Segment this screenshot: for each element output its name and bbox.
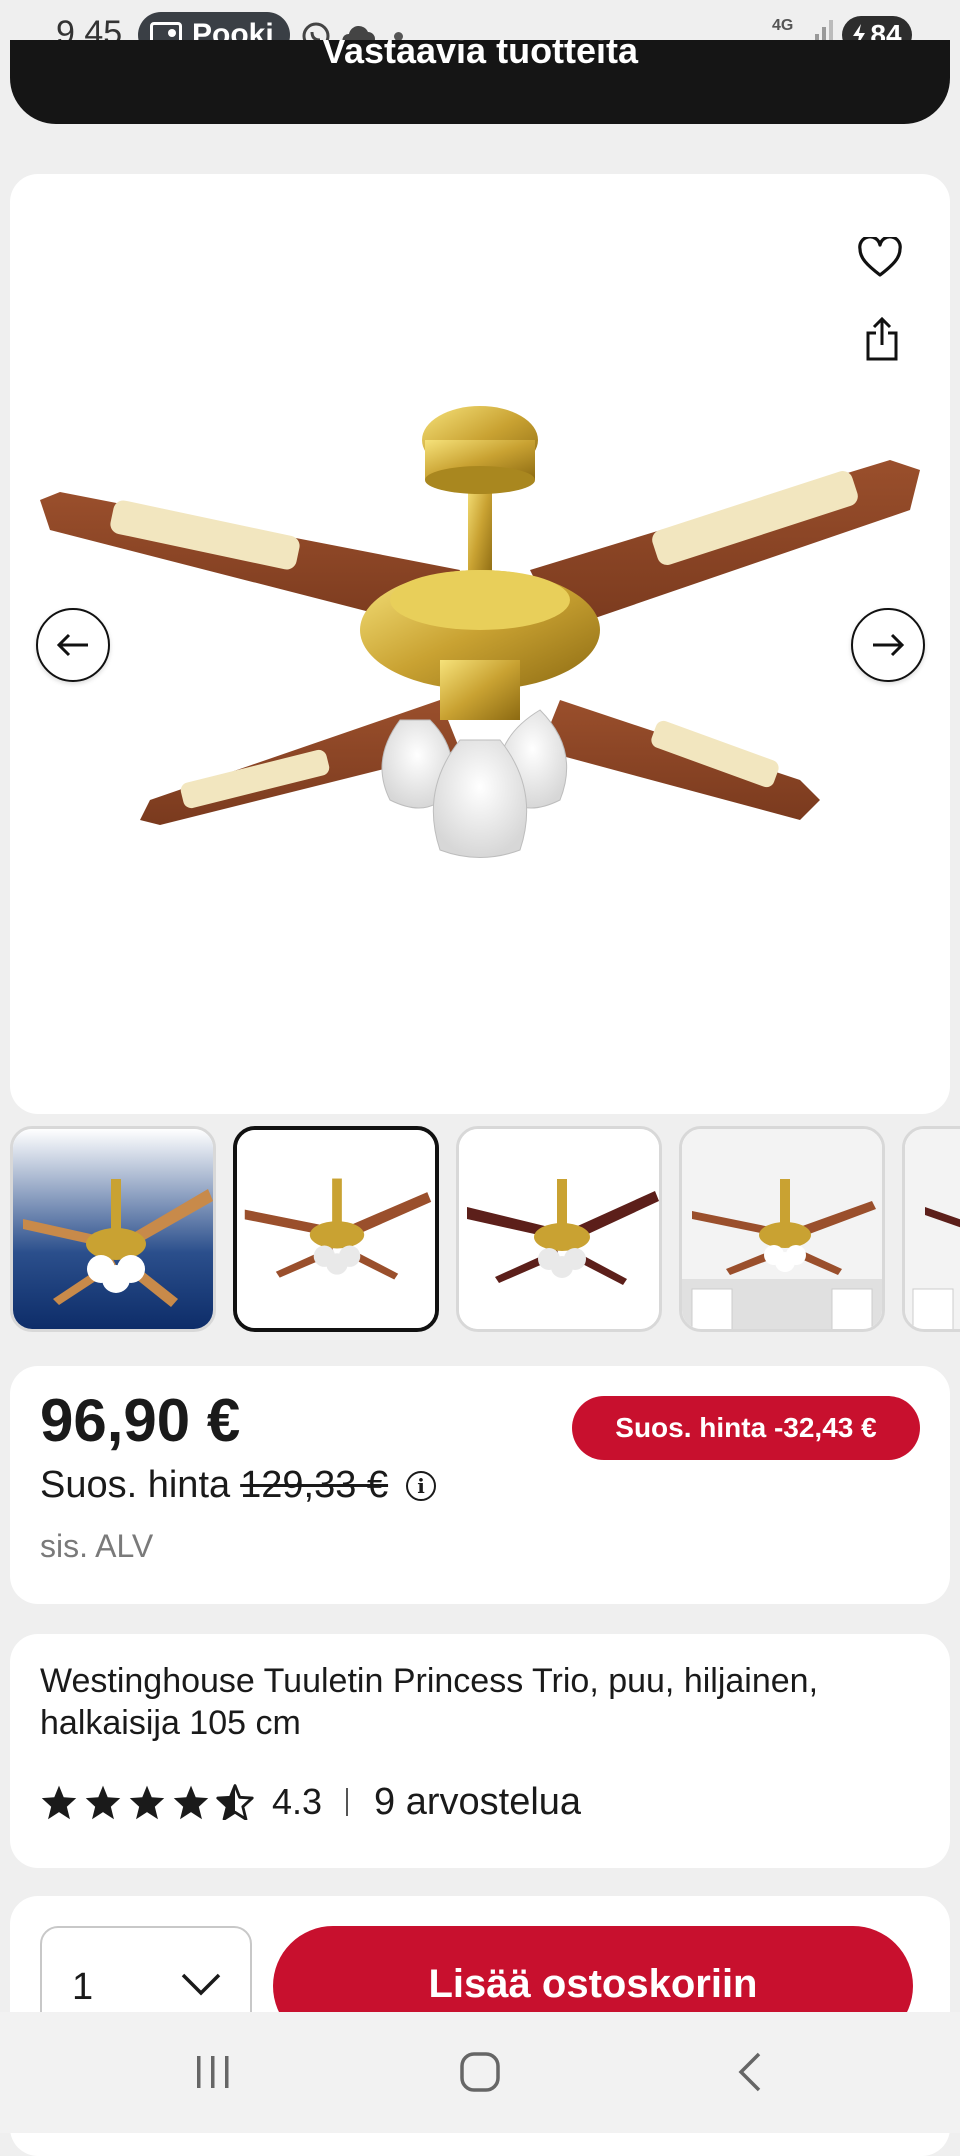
product-title: Westinghouse Tuuletin Princess Trio, puu… bbox=[40, 1662, 819, 1742]
star-full-icon bbox=[129, 1785, 165, 1820]
vat-note: sis. ALV bbox=[40, 1528, 154, 1564]
gallery-prev-button[interactable] bbox=[36, 608, 110, 682]
old-price: 129,33 € bbox=[240, 1464, 389, 1506]
banner-label: Vastaavia tuotteita bbox=[321, 40, 639, 71]
thumbnail-1[interactable] bbox=[10, 1126, 216, 1332]
star-full-icon bbox=[41, 1785, 77, 1820]
thumbnail-image bbox=[459, 1129, 659, 1329]
rating-row[interactable]: 4.3 9 arvostelua bbox=[40, 1780, 581, 1824]
favorite-button[interactable] bbox=[844, 222, 916, 294]
thumbnail-image bbox=[13, 1129, 213, 1329]
thumbnail-image bbox=[682, 1129, 882, 1329]
thumbnail-5[interactable] bbox=[902, 1126, 960, 1332]
network-type: 4G bbox=[772, 17, 794, 34]
thumbnail-image bbox=[237, 1130, 435, 1328]
info-icon[interactable]: i bbox=[406, 1470, 437, 1501]
thumbnail-3[interactable] bbox=[456, 1126, 662, 1332]
gallery-next-button[interactable] bbox=[851, 608, 925, 682]
similar-products-banner[interactable]: Vastaavia tuotteita bbox=[10, 40, 950, 124]
thumbnail-4[interactable] bbox=[679, 1126, 885, 1332]
chevron-down-icon bbox=[181, 1973, 221, 1996]
rating-stars bbox=[40, 1784, 254, 1820]
home-button[interactable] bbox=[440, 2042, 520, 2102]
quantity-value: 1 bbox=[72, 1966, 94, 2008]
back-icon bbox=[738, 2052, 761, 2092]
back-button[interactable] bbox=[710, 2042, 790, 2102]
star-full-icon bbox=[85, 1785, 121, 1820]
arrow-left-icon bbox=[56, 633, 88, 657]
rating-divider bbox=[346, 1788, 349, 1816]
rating-value: 4.3 bbox=[272, 1781, 323, 1822]
star-half-icon bbox=[216, 1784, 254, 1820]
current-price: 96,90 € bbox=[40, 1387, 241, 1454]
product-image bbox=[40, 406, 920, 858]
star-full-icon bbox=[173, 1785, 209, 1820]
system-navigation-bar bbox=[0, 2012, 960, 2133]
recommended-price-label: Suos. hinta bbox=[40, 1464, 231, 1506]
thumbnail-image bbox=[905, 1129, 960, 1329]
discount-badge: Suos. hinta -32,43 € bbox=[572, 1396, 920, 1460]
share-button[interactable] bbox=[846, 304, 918, 376]
arrow-right-icon bbox=[873, 633, 905, 657]
recent-apps-icon bbox=[197, 2056, 229, 2088]
recommended-price-row: Suos. hinta 129,33 € i bbox=[40, 1464, 437, 1507]
share-icon bbox=[866, 317, 898, 361]
review-count-link[interactable]: 9 arvostelua bbox=[374, 1781, 581, 1824]
recent-apps-button[interactable] bbox=[173, 2042, 253, 2102]
thumbnail-2[interactable] bbox=[233, 1126, 439, 1332]
heart-icon bbox=[858, 237, 902, 277]
home-icon bbox=[460, 2052, 500, 2092]
